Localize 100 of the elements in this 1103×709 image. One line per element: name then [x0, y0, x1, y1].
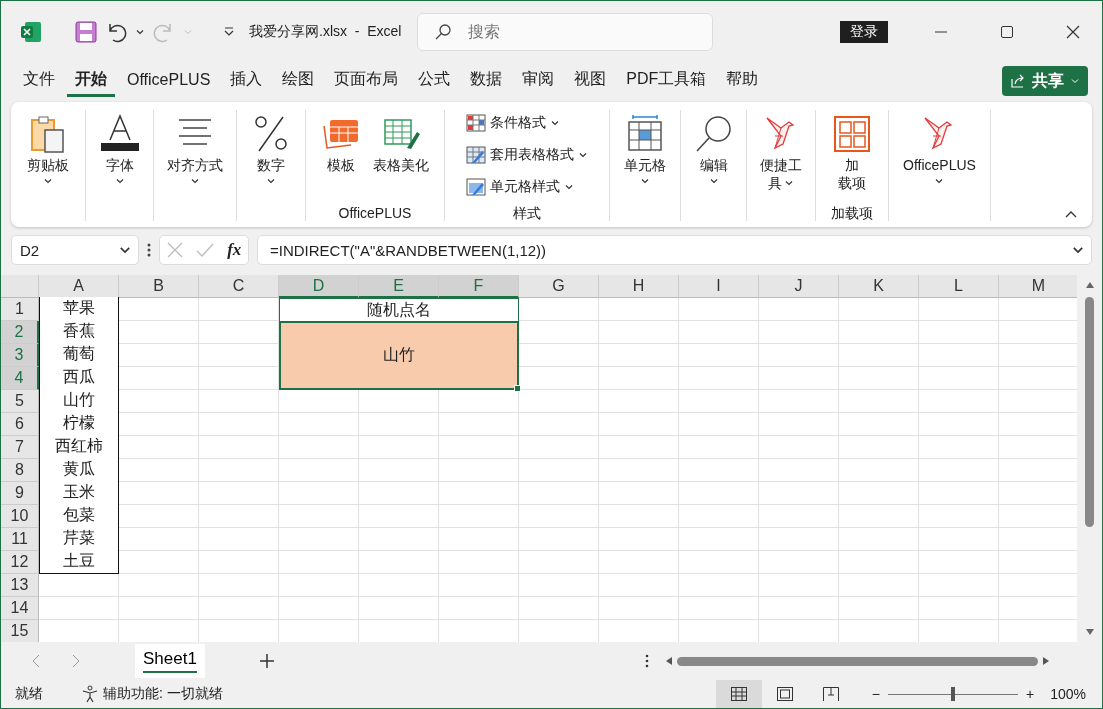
ribbon-button[interactable]: 套用表格格式	[466, 142, 588, 168]
row-header[interactable]: 6	[1, 413, 39, 436]
row-header[interactable]: 1	[1, 298, 39, 321]
zoom-level[interactable]: 100%	[1050, 686, 1086, 702]
conditional-format-icon	[466, 114, 486, 132]
chevron-icon	[135, 27, 145, 37]
chevron-icon	[183, 27, 193, 37]
menu-tab[interactable]: 页面布局	[326, 65, 407, 97]
add-in-icon	[832, 114, 872, 154]
collapse-icon[interactable]	[1064, 209, 1078, 219]
scroll-right-icon[interactable]	[1041, 656, 1050, 666]
customize-icon[interactable]	[223, 26, 235, 38]
menu-tab[interactable]: 审阅	[514, 65, 563, 97]
zoom-out-button[interactable]: −	[871, 686, 880, 702]
table-cell: 黄瓜	[39, 458, 119, 482]
more-icon[interactable]	[147, 242, 151, 258]
row-header[interactable]: 5	[1, 390, 39, 413]
column-header[interactable]: C	[199, 275, 279, 298]
menu-tab[interactable]: 视图	[566, 65, 615, 97]
merged-cell: 随机点名	[279, 298, 519, 321]
view-button[interactable]	[715, 680, 762, 708]
cells-icon	[625, 114, 665, 154]
ribbon-button[interactable]: 剪贴板	[23, 110, 73, 221]
menu-tab[interactable]: 帮助	[718, 65, 767, 97]
table-cell: 柠檬	[39, 412, 119, 436]
menu-tab[interactable]: 插入	[222, 65, 271, 97]
scroll-thumb[interactable]	[1085, 297, 1094, 527]
menu-tab[interactable]: 文件	[15, 65, 63, 97]
scroll-thumb[interactable]	[676, 656, 1038, 666]
row-header[interactable]: 12	[1, 551, 39, 574]
ribbon-button[interactable]: OfficePLUS	[899, 110, 980, 221]
table-cell: 玉米	[39, 481, 119, 505]
group-label: 样式	[512, 205, 542, 221]
column-header[interactable]: B	[119, 275, 199, 298]
table-cell: 西瓜	[39, 366, 119, 390]
search-field[interactable]: 搜索	[417, 13, 713, 51]
zoom-in-button[interactable]: +	[1026, 686, 1035, 702]
maximize-icon	[1000, 25, 1014, 39]
table-cell: 芹菜	[39, 527, 119, 551]
column-header[interactable]: E	[359, 275, 439, 298]
row-header[interactable]: 8	[1, 459, 39, 482]
column-header[interactable]: J	[759, 275, 839, 298]
column-header[interactable]: K	[839, 275, 919, 298]
login-button[interactable]: 登录	[840, 21, 888, 43]
menu-tab[interactable]: 开始	[67, 65, 115, 97]
column-header[interactable]: G	[519, 275, 599, 298]
menu-tab[interactable]: OfficePLUS	[119, 66, 219, 96]
add-sheet-icon[interactable]	[258, 653, 275, 669]
column-header[interactable]: L	[919, 275, 999, 298]
row-header[interactable]: 13	[1, 574, 39, 597]
row-header[interactable]: 2	[1, 321, 39, 344]
row-header[interactable]: 14	[1, 597, 39, 620]
fill-handle[interactable]	[514, 385, 521, 392]
ribbon-button[interactable]: 便捷工 具	[756, 110, 806, 221]
column-header[interactable]: A	[39, 275, 119, 298]
ribbon-button[interactable]: 字体	[95, 110, 144, 221]
formula-field[interactable]: =INDIRECT("A"&RANDBETWEEN(1,12))	[257, 235, 1092, 265]
share-button[interactable]: 共享	[1002, 66, 1088, 96]
menu-tab[interactable]: 数据	[462, 65, 511, 97]
scroll-left-icon[interactable]	[664, 656, 673, 666]
check-icon[interactable]	[195, 242, 214, 258]
ribbon-button[interactable]: 数字	[247, 110, 295, 221]
column-header[interactable]: M	[999, 275, 1078, 298]
share-icon	[1010, 73, 1026, 89]
column-header[interactable]: H	[599, 275, 679, 298]
column-header[interactable]: F	[439, 275, 519, 298]
ribbon-button[interactable]: 单元格	[620, 110, 670, 221]
menu-tab[interactable]: 公式	[410, 65, 459, 97]
name-box[interactable]: D2	[11, 235, 139, 265]
ribbon-button[interactable]: 模板	[317, 110, 365, 205]
menu-tab[interactable]: 绘图	[274, 65, 323, 97]
zoom-slider-thumb[interactable]	[951, 687, 955, 701]
row-header[interactable]: 9	[1, 482, 39, 505]
scroll-up-icon[interactable]	[1084, 281, 1095, 289]
insert-function-button[interactable]: fx	[227, 240, 242, 260]
sheet-tab[interactable]: Sheet1	[135, 644, 205, 678]
row-header[interactable]: 11	[1, 528, 39, 551]
ribbon-button[interactable]: 条件格式	[466, 110, 588, 136]
row-header[interactable]: 10	[1, 505, 39, 528]
menu-tab[interactable]: PDF工具箱	[618, 65, 715, 97]
search-icon	[434, 23, 452, 41]
font-color-icon	[99, 114, 140, 154]
row-header[interactable]: 4	[1, 367, 39, 390]
ribbon-button[interactable]: 表格美化	[369, 110, 433, 205]
column-header[interactable]: D	[279, 275, 359, 298]
more-icon[interactable]	[644, 654, 649, 668]
row-header[interactable]: 7	[1, 436, 39, 459]
column-header[interactable]: I	[679, 275, 759, 298]
row-header[interactable]: 3	[1, 344, 39, 367]
page-break-icon	[822, 687, 839, 701]
row-header[interactable]: 15	[1, 620, 39, 642]
accessibility-status[interactable]: 辅助功能: 一切就绪	[103, 685, 223, 703]
status-text: 就绪	[15, 685, 43, 703]
ribbon-button[interactable]: 对齐方式	[163, 110, 227, 221]
ribbon-button[interactable]: 单元格样式	[466, 174, 588, 200]
save-icon[interactable]	[75, 21, 97, 43]
scroll-down-icon[interactable]	[1084, 628, 1095, 636]
ribbon-button[interactable]: 加 载项	[828, 110, 876, 205]
ribbon-button[interactable]: 编辑	[689, 110, 738, 221]
spreadsheet-app-icon	[19, 20, 43, 44]
